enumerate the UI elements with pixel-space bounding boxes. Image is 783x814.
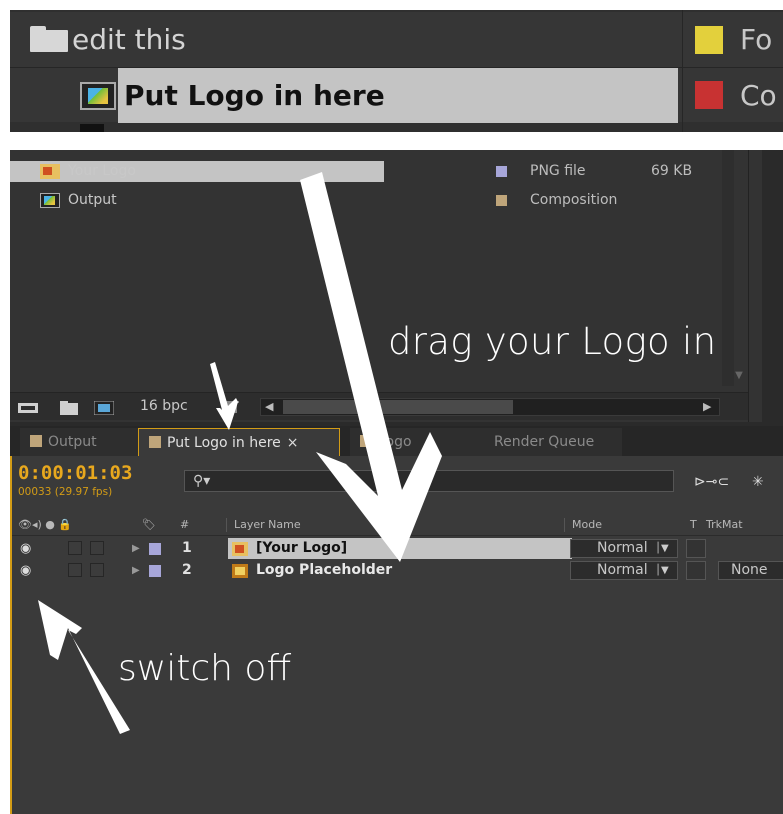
label-column-icon: 🏷	[142, 518, 156, 531]
label-swatch[interactable]	[496, 166, 507, 177]
expand-triangle-icon[interactable]: ▶	[132, 538, 140, 559]
expand-triangle-icon[interactable]: ▶	[132, 560, 140, 581]
scroll-left-arrow-icon[interactable]: ◀	[265, 399, 273, 415]
after-effects-window: Your Logo PNG file 69 KB Output Composit…	[10, 150, 783, 814]
scroll-down-arrow-icon[interactable]: ▼	[732, 370, 746, 386]
tab-logo[interactable]: Logo	[350, 428, 472, 456]
zoomed-project-panel: edit this Fo Put Logo in here Co	[10, 10, 783, 132]
next-item-icon	[80, 124, 104, 132]
placeholder-icon	[232, 564, 248, 578]
project-item-type: Composition	[530, 192, 618, 208]
panel-divider	[748, 150, 749, 422]
blend-mode-select[interactable]: Normal │▼	[570, 539, 678, 558]
lock-switch[interactable]	[90, 541, 104, 555]
folder-name: edit this	[72, 23, 186, 56]
folder-label-swatch[interactable]	[695, 26, 723, 54]
track-matte-select[interactable]: None	[718, 561, 783, 580]
tab-put-logo-in-here[interactable]: Put Logo in here ×	[138, 428, 340, 456]
scroll-right-arrow-icon[interactable]: ▶	[703, 399, 711, 415]
project-item-name: Output	[68, 192, 117, 208]
preserve-transparency-checkbox[interactable]	[686, 561, 706, 580]
scrollbar-thumb[interactable]	[283, 400, 513, 414]
chevron-down-icon: │▼	[655, 543, 669, 554]
tab-render-queue[interactable]: Render Queue	[472, 428, 622, 456]
interpret-footage-icon[interactable]	[18, 401, 40, 415]
drag-instruction-text: drag your Logo in	[388, 320, 717, 363]
new-folder-icon[interactable]	[60, 401, 78, 415]
layer-name[interactable]: Logo Placeholder	[256, 560, 392, 581]
project-item-size: 69 KB	[651, 163, 693, 179]
timeline-tab-bar: Output Put Logo in here × Logo Render Que…	[10, 426, 783, 456]
timeline-panel: 0:00:01:03 00033 (29.97 fps) ⚲▾ ⊳⊸⊂ ✳ 👁◂…	[10, 456, 783, 814]
search-input[interactable]: ⚲▾	[184, 470, 674, 492]
search-icon: ⚲▾	[193, 473, 211, 489]
project-item-name: Your Logo	[68, 163, 136, 179]
composition-icon	[80, 82, 116, 110]
layer-number: 2	[182, 562, 192, 578]
label-swatch[interactable]	[496, 195, 507, 206]
horizontal-scrollbar[interactable]: ◀ ▶	[260, 398, 720, 416]
layer-number: 1	[182, 540, 192, 556]
folder-row[interactable]: edit this Fo	[10, 12, 783, 67]
project-item[interactable]: Output Composition	[10, 190, 722, 211]
layer-column-header: 👁◂) ● 🔒 🏷 # Layer Name Mode T TrkMat	[12, 514, 783, 536]
layer-row[interactable]: ◉ ▶ 1 [Your Logo] Normal │▼	[12, 538, 783, 559]
t-column[interactable]: T	[690, 514, 697, 536]
current-time-display[interactable]: 0:00:01:03	[18, 462, 132, 484]
column-divider	[682, 10, 683, 132]
comp-type-partial: Co	[740, 79, 777, 112]
folder-type-partial: Fo	[740, 23, 773, 56]
layer-name[interactable]: [Your Logo]	[256, 538, 347, 559]
mode-column[interactable]: Mode	[572, 514, 602, 536]
eye-icon[interactable]: ◉	[20, 560, 31, 581]
folder-icon	[30, 26, 68, 52]
eye-icon[interactable]: ◉	[20, 538, 31, 559]
av-features-icon: 👁◂) ● 🔒	[18, 518, 73, 531]
project-item[interactable]: Your Logo PNG file 69 KB	[10, 161, 722, 182]
solo-switch[interactable]	[68, 563, 82, 577]
preserve-transparency-checkbox[interactable]	[686, 539, 706, 558]
layer-row[interactable]: ◉ ▶ 2 Logo Placeholder Normal │▼ None	[12, 560, 783, 581]
chevron-down-icon: │▼	[655, 565, 669, 576]
composition-icon	[40, 193, 60, 208]
tab-output[interactable]: Output	[20, 428, 138, 456]
blend-mode-select[interactable]: Normal │▼	[570, 561, 678, 580]
close-icon[interactable]: ×	[287, 435, 299, 451]
lock-switch[interactable]	[90, 563, 104, 577]
new-composition-icon[interactable]	[94, 401, 114, 415]
frame-info: 00033 (29.97 fps)	[18, 486, 113, 498]
png-image-icon	[232, 542, 248, 556]
label-swatch[interactable]	[149, 565, 161, 577]
composition-mini-flowchart-icon[interactable]: ⊳⊸⊂	[694, 474, 729, 490]
comp-label-swatch[interactable]	[695, 81, 723, 109]
vertical-scrollbar[interactable]	[722, 150, 734, 386]
draft-3d-icon[interactable]: ✳	[752, 474, 764, 490]
project-footer: 16 bpc ◀ ▶	[10, 392, 748, 420]
solo-switch[interactable]	[68, 541, 82, 555]
trkmat-column[interactable]: TrkMat	[706, 514, 743, 536]
project-item-highlight	[10, 161, 384, 182]
layer-name-column[interactable]: Layer Name	[234, 514, 301, 536]
bit-depth-button[interactable]: 16 bpc	[140, 398, 188, 414]
trash-icon[interactable]	[224, 399, 240, 413]
switch-off-instruction-text: switch off	[118, 648, 292, 689]
project-panel: Your Logo PNG file 69 KB Output Composit…	[10, 150, 762, 422]
png-image-icon	[40, 164, 60, 179]
number-column[interactable]: #	[180, 514, 189, 536]
project-item-type: PNG file	[530, 163, 586, 179]
comp-row[interactable]: Put Logo in here Co	[10, 67, 783, 123]
comp-name: Put Logo in here	[124, 79, 385, 112]
label-swatch[interactable]	[149, 543, 161, 555]
